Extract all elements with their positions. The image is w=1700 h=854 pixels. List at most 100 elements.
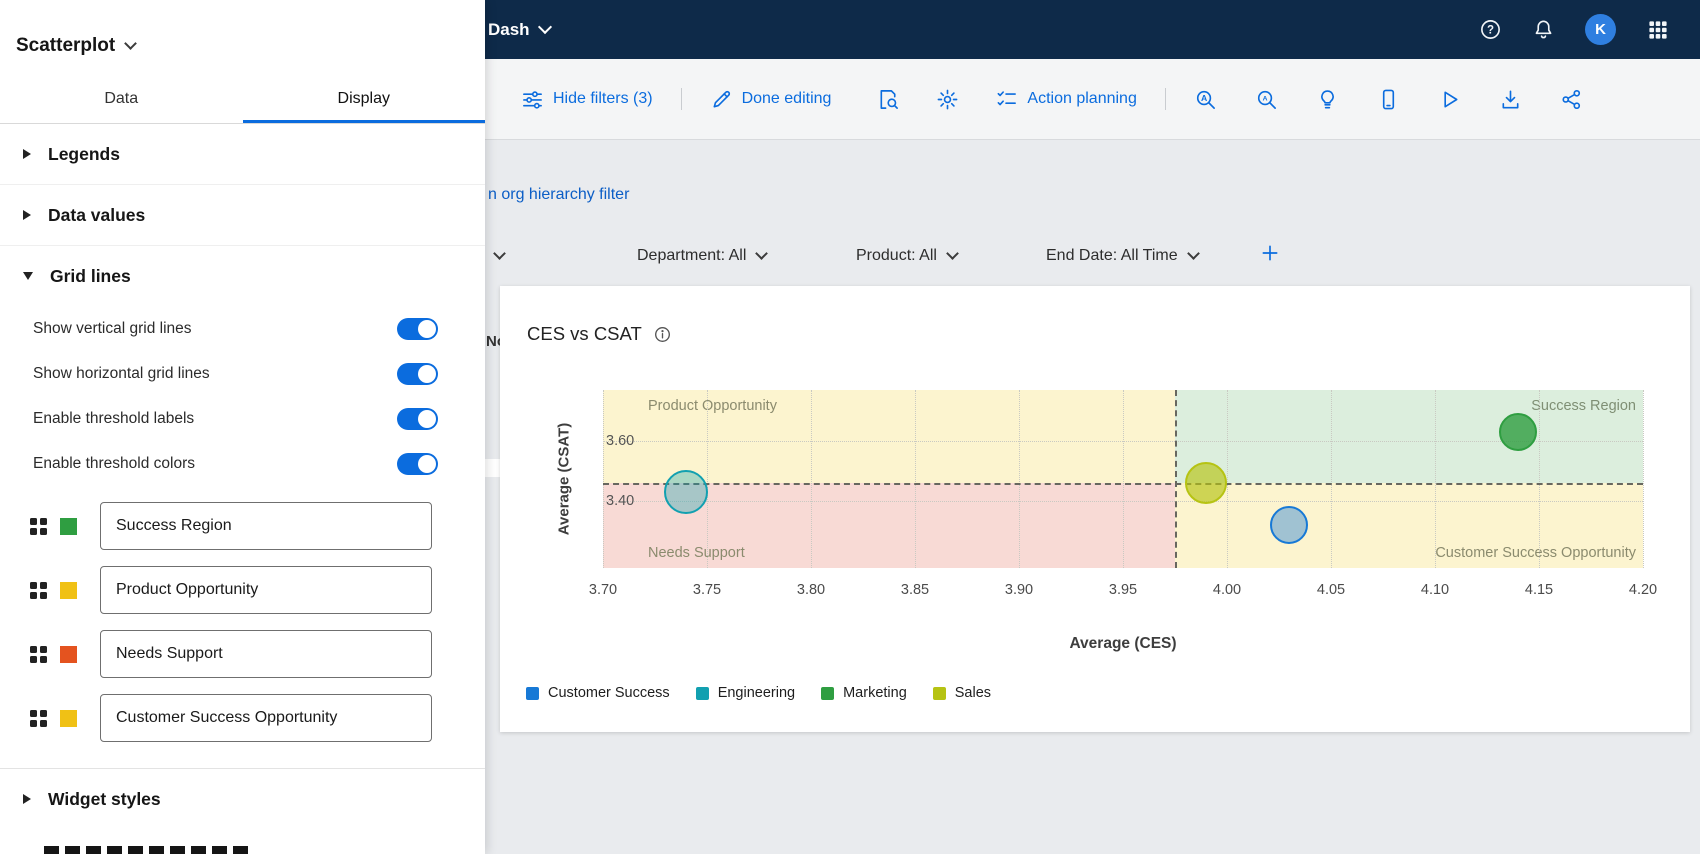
legend-item[interactable]: Engineering: [696, 685, 795, 701]
increase-text-size-button[interactable]: A: [1194, 88, 1217, 111]
section-label: Widget styles: [48, 789, 161, 810]
chevron-down-icon: [124, 37, 137, 50]
hide-filters-button[interactable]: Hide filters (3): [521, 88, 653, 111]
legend-swatch: [696, 687, 709, 700]
avatar[interactable]: K: [1585, 14, 1616, 45]
region-label: Needs Support: [648, 545, 745, 561]
drag-handle-icon[interactable]: [30, 710, 47, 727]
svg-text:?: ?: [1487, 24, 1494, 36]
section-legends[interactable]: Legends: [0, 124, 485, 185]
section-data-values[interactable]: Data values: [0, 185, 485, 246]
triangle-down-icon: [23, 272, 33, 280]
avatar-initial: K: [1595, 21, 1606, 38]
lightbulb-icon: [1316, 88, 1339, 111]
checklist-icon: [995, 88, 1018, 111]
tab-label: Data: [104, 90, 138, 108]
filter-label: Product: All: [856, 247, 937, 265]
settings-button[interactable]: [936, 88, 959, 111]
drag-handle-icon[interactable]: [30, 518, 47, 535]
org-hierarchy-filter-link[interactable]: n org hierarchy filter: [488, 186, 629, 204]
vertical-gridline: [1331, 390, 1332, 568]
action-planning-button[interactable]: Action planning: [995, 88, 1136, 111]
threshold-row: [0, 502, 485, 550]
widget-info-button[interactable]: [653, 325, 672, 344]
section-widget-styles[interactable]: Widget styles: [0, 769, 485, 829]
share-button[interactable]: [1560, 88, 1583, 111]
present-button[interactable]: [1438, 88, 1461, 111]
panel-tabs: Data Display: [0, 74, 485, 124]
export-button[interactable]: [1499, 88, 1522, 111]
threshold-label-input[interactable]: [100, 630, 432, 678]
plot-area: Product OpportunitySuccess RegionNeeds S…: [603, 390, 1643, 568]
legend-item[interactable]: Customer Success: [526, 685, 670, 701]
threshold-label-input[interactable]: [100, 566, 432, 614]
tab-data[interactable]: Data: [0, 74, 243, 123]
pencil-icon: [710, 88, 733, 111]
x-tick-label: 3.90: [1005, 582, 1033, 598]
horizontal-gridline: [603, 501, 1643, 502]
zoom-in-text-icon: A: [1194, 88, 1217, 111]
done-editing-button[interactable]: Done editing: [710, 88, 832, 111]
threshold-color-swatch[interactable]: [60, 710, 77, 727]
data-point-sales[interactable]: [1185, 462, 1227, 504]
preview-data-button[interactable]: [877, 88, 900, 111]
filter-department[interactable]: Department: All: [637, 247, 766, 265]
gear-icon: [936, 88, 959, 111]
share-icon: [1560, 88, 1583, 111]
add-filter-button[interactable]: [1260, 243, 1280, 263]
help-button[interactable]: ?: [1479, 18, 1502, 41]
toggle-row-horizontal-grid: Show horizontal grid lines: [0, 351, 485, 396]
bell-icon: [1532, 18, 1555, 41]
apps-menu-button[interactable]: [1646, 18, 1670, 42]
svg-text:A: A: [1201, 93, 1207, 103]
dashboard-name: Dash: [488, 20, 530, 40]
legend-swatch: [821, 687, 834, 700]
chevron-down-icon: [1187, 247, 1200, 260]
dashboard-name-menu[interactable]: Dash: [488, 20, 550, 40]
threshold-color-swatch[interactable]: [60, 582, 77, 599]
screen: Dash ? K Hide filters (3) Done editing: [0, 0, 1700, 854]
filter-end-date[interactable]: End Date: All Time: [1046, 247, 1198, 265]
threshold-label-input[interactable]: [100, 502, 432, 550]
section-label: Grid lines: [50, 266, 131, 287]
vertical-grid-toggle[interactable]: [397, 318, 438, 340]
toggle-label: Enable threshold colors: [33, 455, 195, 473]
section-grid-lines[interactable]: Grid lines: [0, 246, 485, 306]
legend-label: Marketing: [843, 685, 907, 701]
widget-type-selector[interactable]: Scatterplot: [0, 0, 485, 64]
threshold-color-swatch[interactable]: [60, 518, 77, 535]
obscured-text-fragment: No: [486, 333, 500, 350]
data-point-marketing[interactable]: [1499, 413, 1537, 451]
drag-handle-icon[interactable]: [30, 582, 47, 599]
filter-label: Department: All: [637, 247, 746, 265]
widget-edit-panel: Scatterplot Data Display Legends Data va…: [0, 0, 485, 854]
play-icon: [1438, 88, 1461, 111]
x-tick-label: 3.85: [901, 582, 929, 598]
chevron-down-icon: [756, 247, 769, 260]
insights-button[interactable]: [1316, 88, 1339, 111]
toolbar-divider: [1165, 88, 1166, 110]
vertical-gridline: [1539, 390, 1540, 568]
filter-product[interactable]: Product: All: [856, 247, 957, 265]
triangle-right-icon: [23, 210, 31, 220]
threshold-color-swatch[interactable]: [60, 646, 77, 663]
drag-handle-icon[interactable]: [30, 646, 47, 663]
mobile-preview-button[interactable]: [1377, 88, 1400, 111]
decrease-text-size-button[interactable]: A: [1255, 88, 1278, 111]
data-point-customer-success[interactable]: [1270, 506, 1308, 544]
scatterplot-widget-card: CES vs CSAT Average (CSAT) Product Oppor…: [500, 286, 1690, 732]
triangle-right-icon: [23, 794, 31, 804]
action-planning-label: Action planning: [1027, 90, 1136, 108]
threshold-colors-toggle[interactable]: [397, 453, 438, 475]
notifications-button[interactable]: [1532, 18, 1555, 41]
data-point-engineering[interactable]: [664, 470, 708, 514]
info-icon: [653, 325, 672, 344]
chevron-down-icon: [493, 247, 506, 260]
legend-item[interactable]: Marketing: [821, 685, 907, 701]
tab-display[interactable]: Display: [243, 74, 486, 123]
region-top-left: Product Opportunity: [603, 390, 1175, 483]
threshold-label-input[interactable]: [100, 694, 432, 742]
legend-item[interactable]: Sales: [933, 685, 991, 701]
horizontal-grid-toggle[interactable]: [397, 363, 438, 385]
threshold-labels-toggle[interactable]: [397, 408, 438, 430]
